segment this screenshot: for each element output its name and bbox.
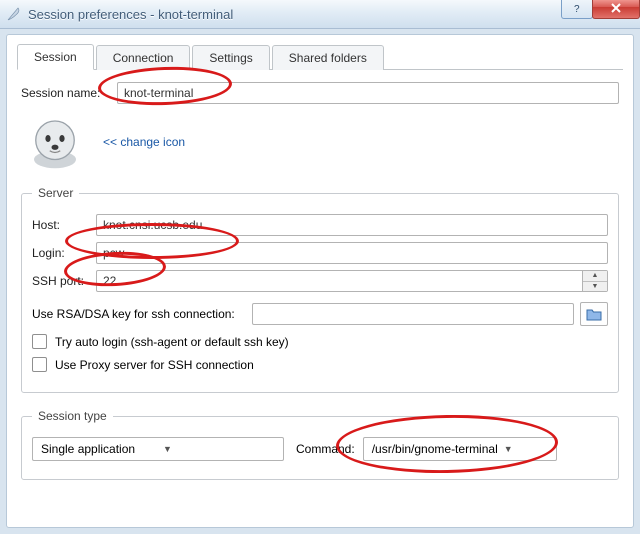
proxy-label: Use Proxy server for SSH connection: [55, 358, 254, 372]
sshport-label: SSH port:: [32, 274, 96, 288]
icon-row: << change icon: [27, 114, 619, 170]
app-icon: [6, 6, 22, 22]
session-type-select[interactable]: Single application ▼: [32, 437, 284, 461]
command-select[interactable]: /usr/bin/gnome-terminal ▼: [363, 437, 557, 461]
window-title: Session preferences - knot-terminal: [28, 7, 233, 22]
folder-icon: [586, 307, 602, 321]
tab-settings[interactable]: Settings: [192, 45, 269, 70]
server-group: Server Host: Login: SSH port: ▲▼ Use RSA…: [21, 186, 619, 393]
close-button[interactable]: [592, 0, 640, 19]
checkbox-icon: [32, 357, 47, 372]
dialog-body: Session Connection Settings Shared folde…: [6, 34, 634, 528]
host-label: Host:: [32, 218, 96, 232]
help-button[interactable]: ?: [561, 0, 593, 19]
window-buttons: ?: [562, 0, 640, 19]
server-legend: Server: [32, 186, 79, 200]
change-icon-link[interactable]: << change icon: [103, 135, 185, 149]
session-type-value: Single application: [41, 442, 157, 456]
session-panel: Session name: << change icon Server Host…: [17, 70, 623, 484]
chevron-down-icon: ▼: [163, 444, 279, 454]
proxy-checkbox[interactable]: Use Proxy server for SSH connection: [32, 357, 608, 372]
rsakey-input[interactable]: [252, 303, 574, 325]
rsakey-label: Use RSA/DSA key for ssh connection:: [32, 307, 252, 321]
sshport-spinner[interactable]: ▲▼: [582, 271, 607, 291]
session-name-row: Session name:: [21, 82, 619, 104]
tab-shared-folders[interactable]: Shared folders: [272, 45, 384, 70]
login-label: Login:: [32, 246, 96, 260]
session-name-input[interactable]: [117, 82, 619, 104]
login-input[interactable]: [96, 242, 608, 264]
spin-up-icon[interactable]: ▲: [583, 271, 607, 282]
autologin-label: Try auto login (ssh-agent or default ssh…: [55, 335, 289, 349]
rsakey-browse-button[interactable]: [580, 302, 608, 326]
session-icon[interactable]: [27, 114, 83, 170]
session-type-group: Session type Single application ▼ Comman…: [21, 409, 619, 480]
tab-session[interactable]: Session: [17, 44, 94, 70]
session-type-legend: Session type: [32, 409, 113, 423]
svg-text:?: ?: [574, 4, 580, 14]
chevron-down-icon: ▼: [504, 444, 513, 454]
command-value: /usr/bin/gnome-terminal: [372, 442, 498, 456]
titlebar: Session preferences - knot-terminal ?: [0, 0, 640, 29]
tab-connection[interactable]: Connection: [96, 45, 191, 70]
tab-bar: Session Connection Settings Shared folde…: [17, 43, 623, 70]
checkbox-icon: [32, 334, 47, 349]
autologin-checkbox[interactable]: Try auto login (ssh-agent or default ssh…: [32, 334, 608, 349]
command-label: Command:: [296, 442, 355, 456]
session-name-label: Session name:: [21, 86, 117, 100]
spin-down-icon[interactable]: ▼: [583, 282, 607, 292]
host-input[interactable]: [96, 214, 608, 236]
session-type-row: Single application ▼ Command: /usr/bin/g…: [32, 437, 608, 461]
sshport-input[interactable]: [97, 271, 582, 291]
